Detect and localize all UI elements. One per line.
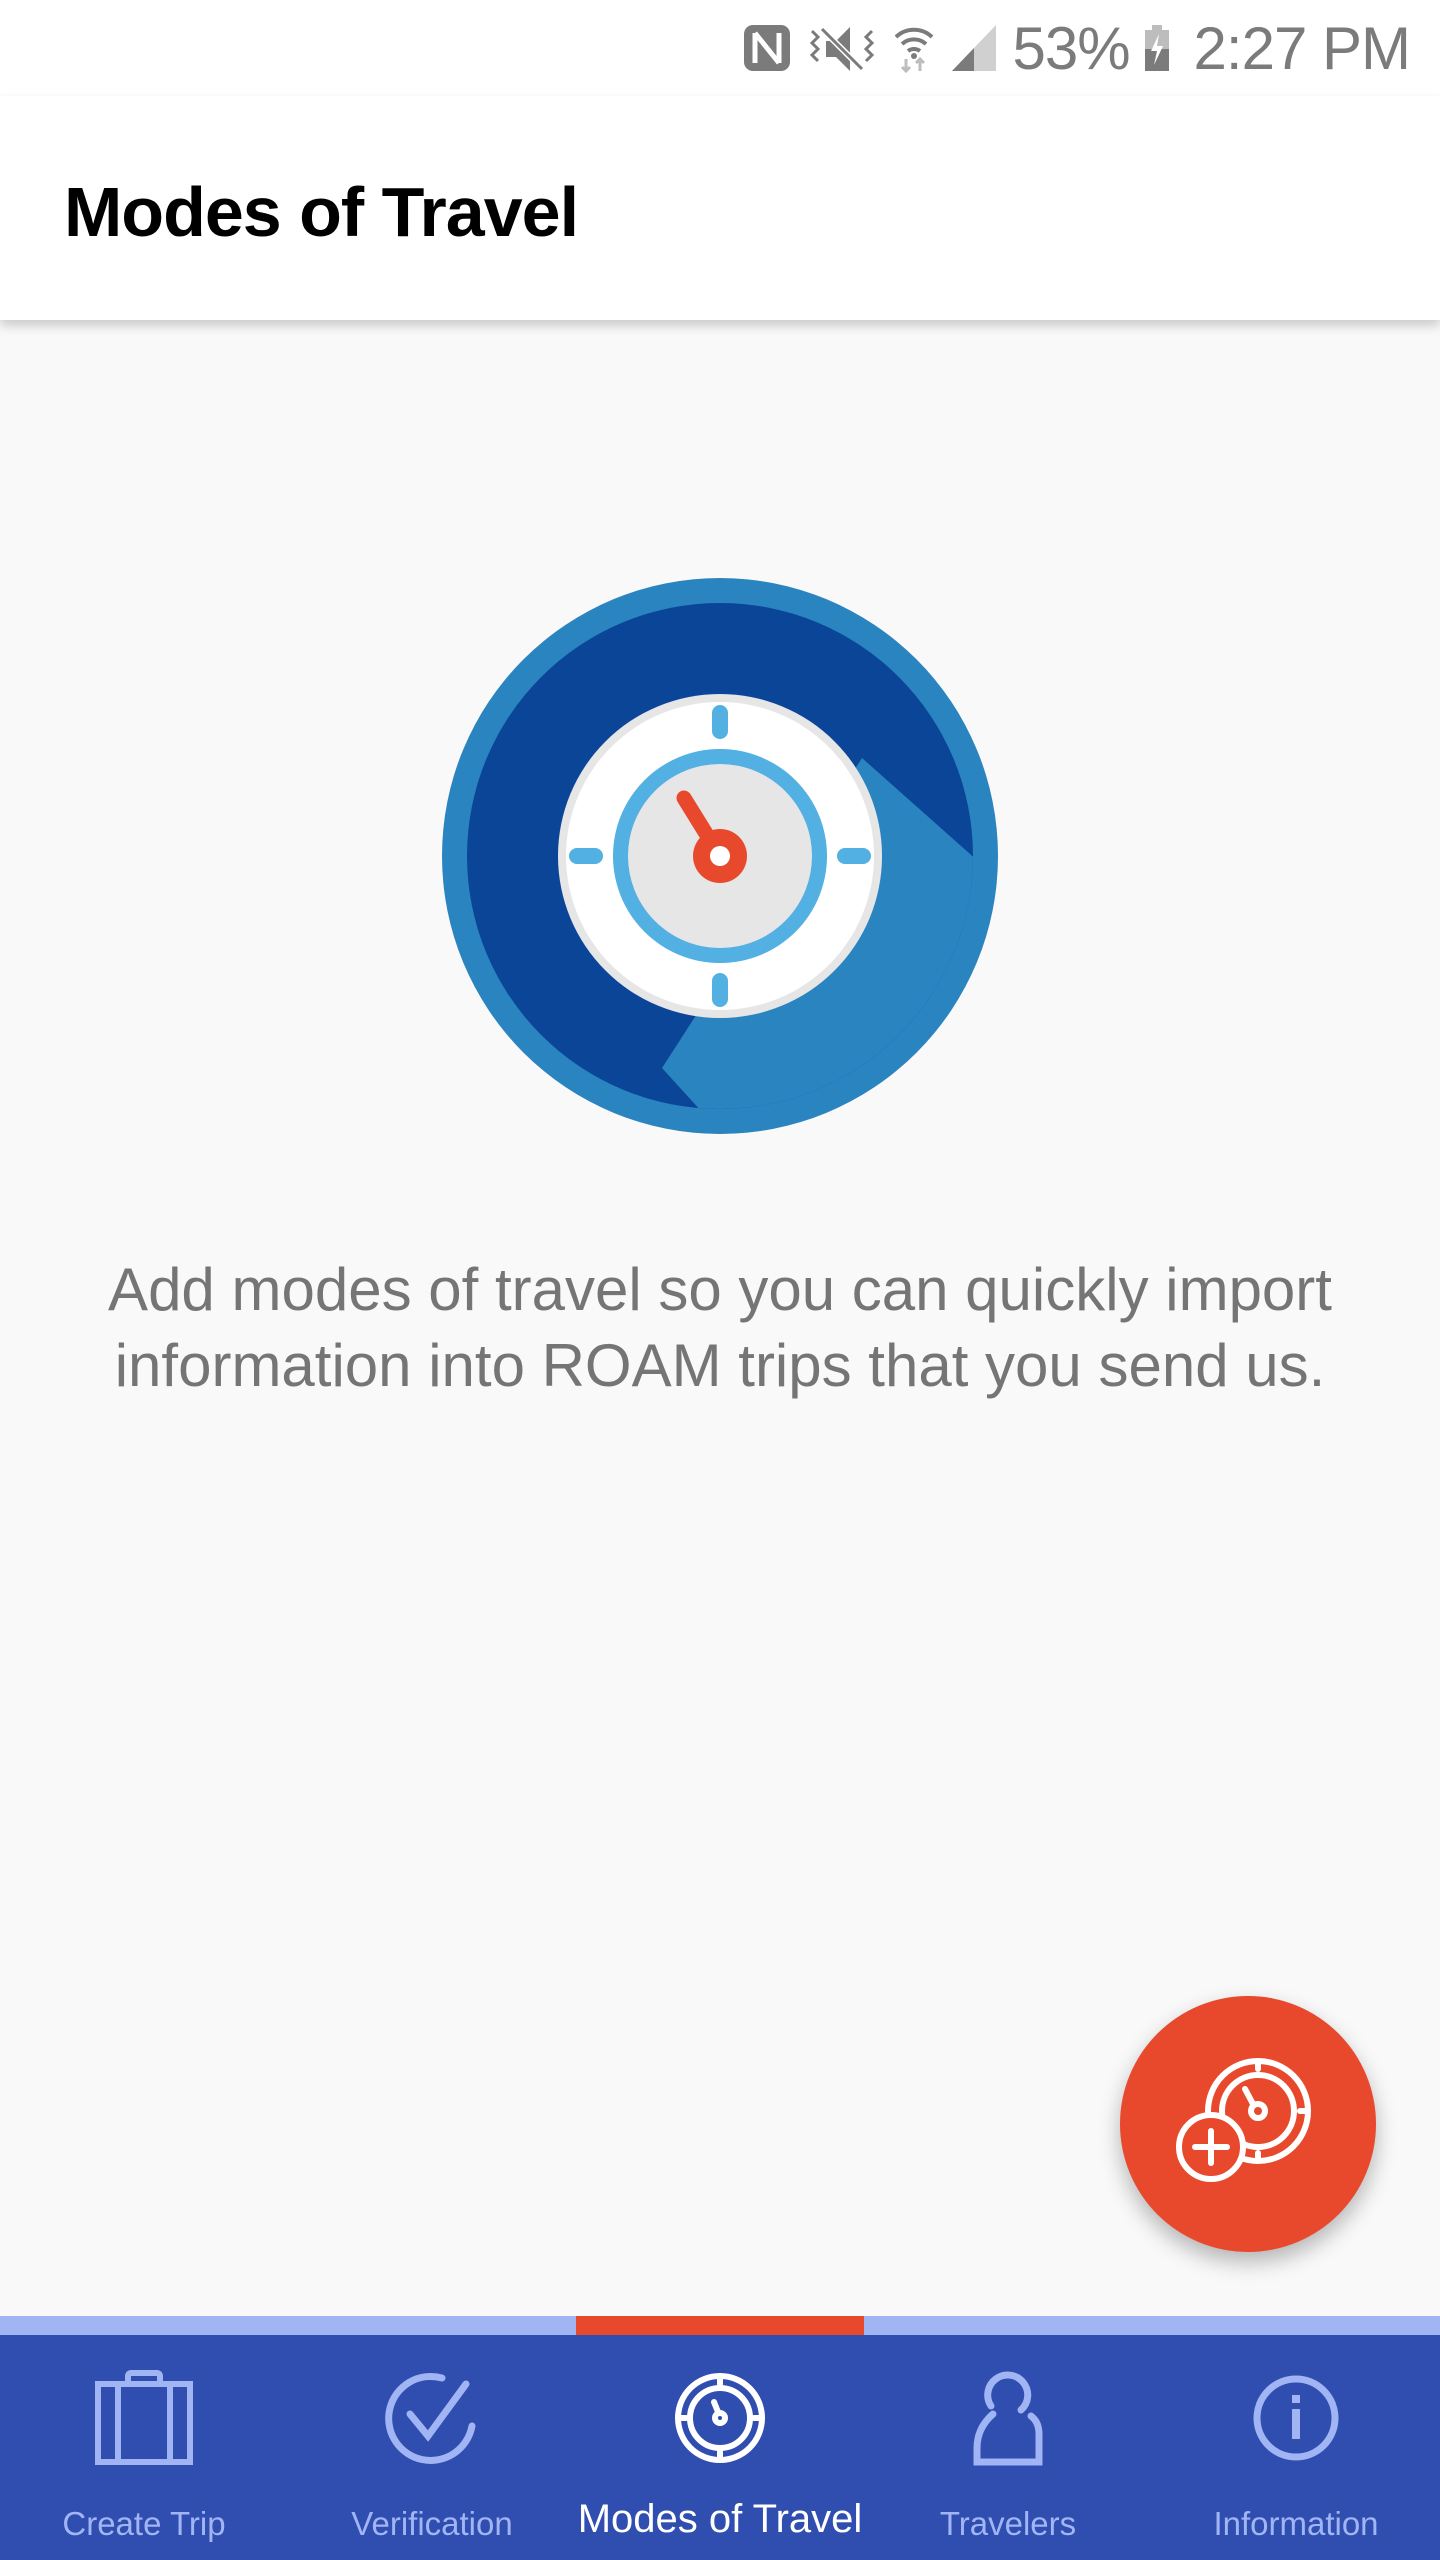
- stopwatch-illustration: [442, 578, 998, 1134]
- tab-create-trip[interactable]: Create Trip: [0, 2335, 288, 2560]
- tab-information[interactable]: Information: [1152, 2335, 1440, 2560]
- battery-percent: 53%: [1012, 14, 1130, 82]
- clock: 2:27 PM: [1193, 14, 1411, 82]
- app-bar: Modes of Travel: [0, 96, 1440, 320]
- nfc-icon: [742, 23, 792, 73]
- tab-label: Modes of Travel: [577, 2497, 863, 2541]
- wifi-icon: [892, 23, 936, 73]
- info-icon: [1251, 2363, 1341, 2473]
- page-title: Modes of Travel: [64, 173, 579, 251]
- stopwatch-icon: [442, 578, 998, 1134]
- add-mode-of-travel-button[interactable]: [1120, 1996, 1376, 2252]
- stopwatch-icon: [672, 2363, 768, 2473]
- tab-travelers[interactable]: Travelers: [864, 2335, 1152, 2560]
- person-icon: [973, 2363, 1043, 2473]
- active-tab-indicator: [576, 2316, 864, 2335]
- tab-indicator: [0, 2316, 1440, 2335]
- tab-label: Information: [1213, 2505, 1379, 2542]
- tab-label: Create Trip: [62, 2505, 226, 2542]
- bottom-navigation: Create Trip Verification Modes of Travel…: [0, 2335, 1440, 2560]
- vibrate-mute-icon: [806, 23, 878, 73]
- status-bar: 53% 2:27 PM: [0, 0, 1440, 96]
- tab-verification[interactable]: Verification: [288, 2335, 576, 2560]
- battery-charging-icon: [1144, 23, 1170, 73]
- tab-label: Travelers: [939, 2505, 1077, 2542]
- signal-icon: [950, 23, 998, 73]
- empty-state-message: Add modes of travel so you can quickly i…: [108, 1256, 1332, 1399]
- tab-label: Verification: [351, 2505, 513, 2542]
- suitcase-icon: [94, 2363, 194, 2473]
- tab-modes-of-travel[interactable]: Modes of Travel: [576, 2335, 864, 2560]
- add-stopwatch-icon: [1176, 2058, 1311, 2182]
- check-circle-icon: [384, 2363, 480, 2473]
